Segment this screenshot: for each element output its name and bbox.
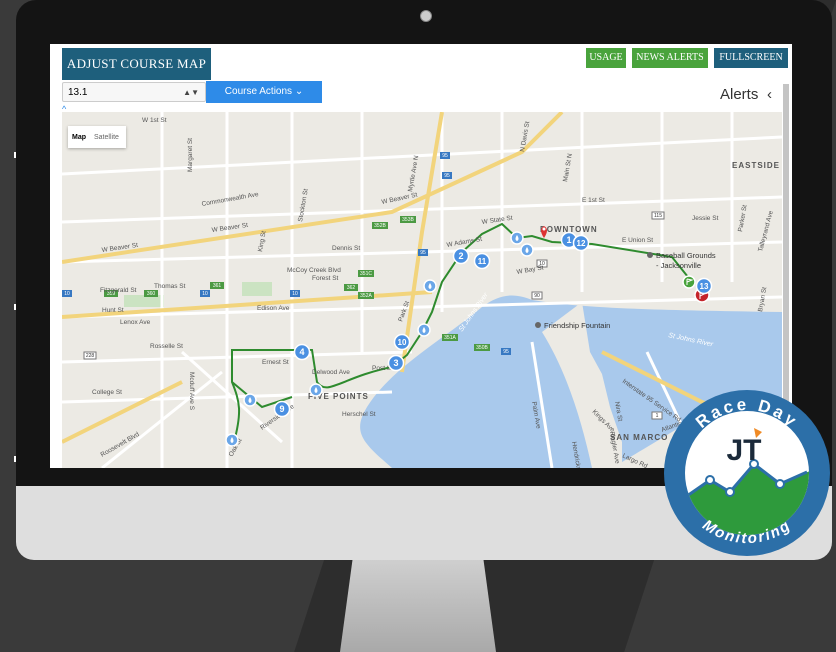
highway-shield: 95 bbox=[442, 153, 448, 159]
highway-shield: 10 bbox=[202, 291, 208, 297]
street-label: Forest St bbox=[312, 275, 339, 282]
street-label: Ernest St bbox=[262, 359, 289, 366]
map-type-map[interactable]: Map bbox=[68, 134, 90, 141]
street-label: Jessie St bbox=[692, 215, 719, 222]
poi-label: Baseball Grounds bbox=[656, 251, 716, 260]
poi-label: Friendship Fountain bbox=[544, 321, 610, 330]
location-pin-icon[interactable] bbox=[541, 226, 547, 238]
distance-select[interactable]: 13.1 ▲▼ bbox=[62, 82, 206, 102]
highway-shield: 95 bbox=[503, 349, 509, 355]
street-label: Fitzgerald St bbox=[100, 287, 137, 294]
highway-shield: 360 bbox=[147, 291, 156, 297]
highway-shield: 115 bbox=[654, 213, 662, 219]
logo-mark: JT bbox=[726, 434, 761, 467]
street-label: Edison Ave bbox=[257, 305, 290, 312]
highway-shield: 351C bbox=[360, 271, 372, 277]
street-label: W Adams St bbox=[446, 236, 483, 249]
street-label: College St bbox=[92, 389, 122, 396]
mile-marker[interactable]: 9 bbox=[279, 404, 284, 414]
alerts-label: Alerts bbox=[720, 86, 759, 103]
highway-shield: 361 bbox=[213, 283, 222, 289]
street-label: Lenox Ave bbox=[120, 319, 151, 326]
street-label: W 1st St bbox=[142, 117, 167, 124]
street-label: Margaret St bbox=[187, 138, 194, 172]
highway-shield: 90 bbox=[534, 293, 540, 299]
fullscreen-button[interactable]: FULLSCREEN bbox=[714, 48, 788, 68]
street-label: Commonwealth Ave bbox=[201, 191, 259, 208]
street-label: W State St bbox=[481, 215, 513, 226]
poi-label: - Jacksonville bbox=[656, 261, 701, 270]
street-label: Stockton St bbox=[297, 188, 310, 222]
start-flag-icon[interactable] bbox=[682, 275, 696, 289]
street-label: Dennis St bbox=[332, 245, 360, 252]
chevron-down-icon: ⌄ bbox=[294, 86, 304, 97]
race-day-monitoring-logo: JT Race Day Monitoring bbox=[664, 390, 830, 556]
highway-shield: 352B bbox=[374, 223, 386, 229]
park bbox=[242, 282, 272, 296]
area-label: EASTSIDE bbox=[732, 161, 780, 170]
street-label: Bryan St bbox=[757, 286, 768, 312]
street-label: McCoy Creek Blvd bbox=[287, 267, 341, 274]
highway-shield: 362 bbox=[347, 285, 356, 291]
highway-shield: 10 bbox=[292, 291, 298, 297]
street-label: Myrtle Ave N bbox=[407, 155, 420, 193]
camera-icon bbox=[420, 10, 432, 22]
highway-shield: 95 bbox=[420, 250, 426, 256]
street-label: E Union St bbox=[622, 237, 653, 244]
alerts-toggle[interactable]: ‹ bbox=[767, 86, 772, 103]
highway-shield: 95 bbox=[444, 173, 450, 179]
street-label: Delwood Ave bbox=[312, 369, 350, 376]
select-arrows-icon: ▲▼ bbox=[183, 88, 199, 97]
distance-value: 13.1 bbox=[68, 87, 88, 98]
poi-icon bbox=[647, 252, 653, 258]
map-type-satellite[interactable]: Satellite bbox=[90, 134, 123, 141]
street-label: Talleyrand Ave bbox=[757, 210, 775, 253]
highway-shield: 350B bbox=[476, 345, 488, 351]
mile-marker[interactable]: 11 bbox=[478, 257, 487, 266]
street-label: Hunt St bbox=[102, 307, 124, 314]
course-actions-button[interactable]: Course Actions ⌄ bbox=[206, 81, 322, 103]
area-label: SAN MARCO bbox=[610, 433, 668, 442]
usage-button[interactable]: USAGE bbox=[586, 48, 626, 68]
highway-shield: 1 bbox=[656, 413, 659, 419]
highway-shield: 228 bbox=[86, 353, 95, 359]
street-label: Rosselle St bbox=[150, 343, 183, 350]
highway-shield: 10 bbox=[64, 291, 70, 297]
street-label: W Bay St bbox=[516, 264, 544, 276]
street-label: Herschel St bbox=[342, 411, 376, 418]
mile-marker[interactable]: 4 bbox=[299, 347, 304, 357]
street-label: Main St N bbox=[562, 153, 574, 183]
mile-marker[interactable]: 3 bbox=[393, 358, 398, 368]
mile-marker[interactable]: 10 bbox=[398, 338, 407, 347]
mile-marker[interactable]: 2 bbox=[458, 251, 463, 261]
street-label: Mcduff Ave S bbox=[188, 372, 195, 411]
monitor-stand bbox=[340, 560, 496, 652]
mile-marker[interactable]: 12 bbox=[577, 239, 586, 248]
map-type-control: Map Satellite bbox=[68, 126, 126, 148]
street-label: Parker St bbox=[737, 204, 749, 232]
street-label: Thomas St bbox=[154, 283, 186, 290]
poi-icon bbox=[535, 322, 541, 328]
mile-marker[interactable]: 13 bbox=[700, 282, 709, 291]
page-title: ADJUST COURSE MAP bbox=[62, 48, 211, 80]
street-label: N Davis St bbox=[519, 121, 531, 153]
news-alerts-button[interactable]: NEWS ALERTS bbox=[632, 48, 708, 68]
mile-marker[interactable]: 1 bbox=[566, 235, 571, 245]
highway-shield: 351A bbox=[444, 335, 456, 341]
street-label: W Beaver St bbox=[211, 222, 248, 234]
street-label: E 1st St bbox=[582, 197, 605, 204]
course-actions-label: Course Actions bbox=[224, 86, 293, 97]
street-label: Largo Rd bbox=[621, 452, 649, 468]
highway-shield: 353B bbox=[402, 217, 414, 223]
highway-shield: 352A bbox=[360, 293, 372, 299]
